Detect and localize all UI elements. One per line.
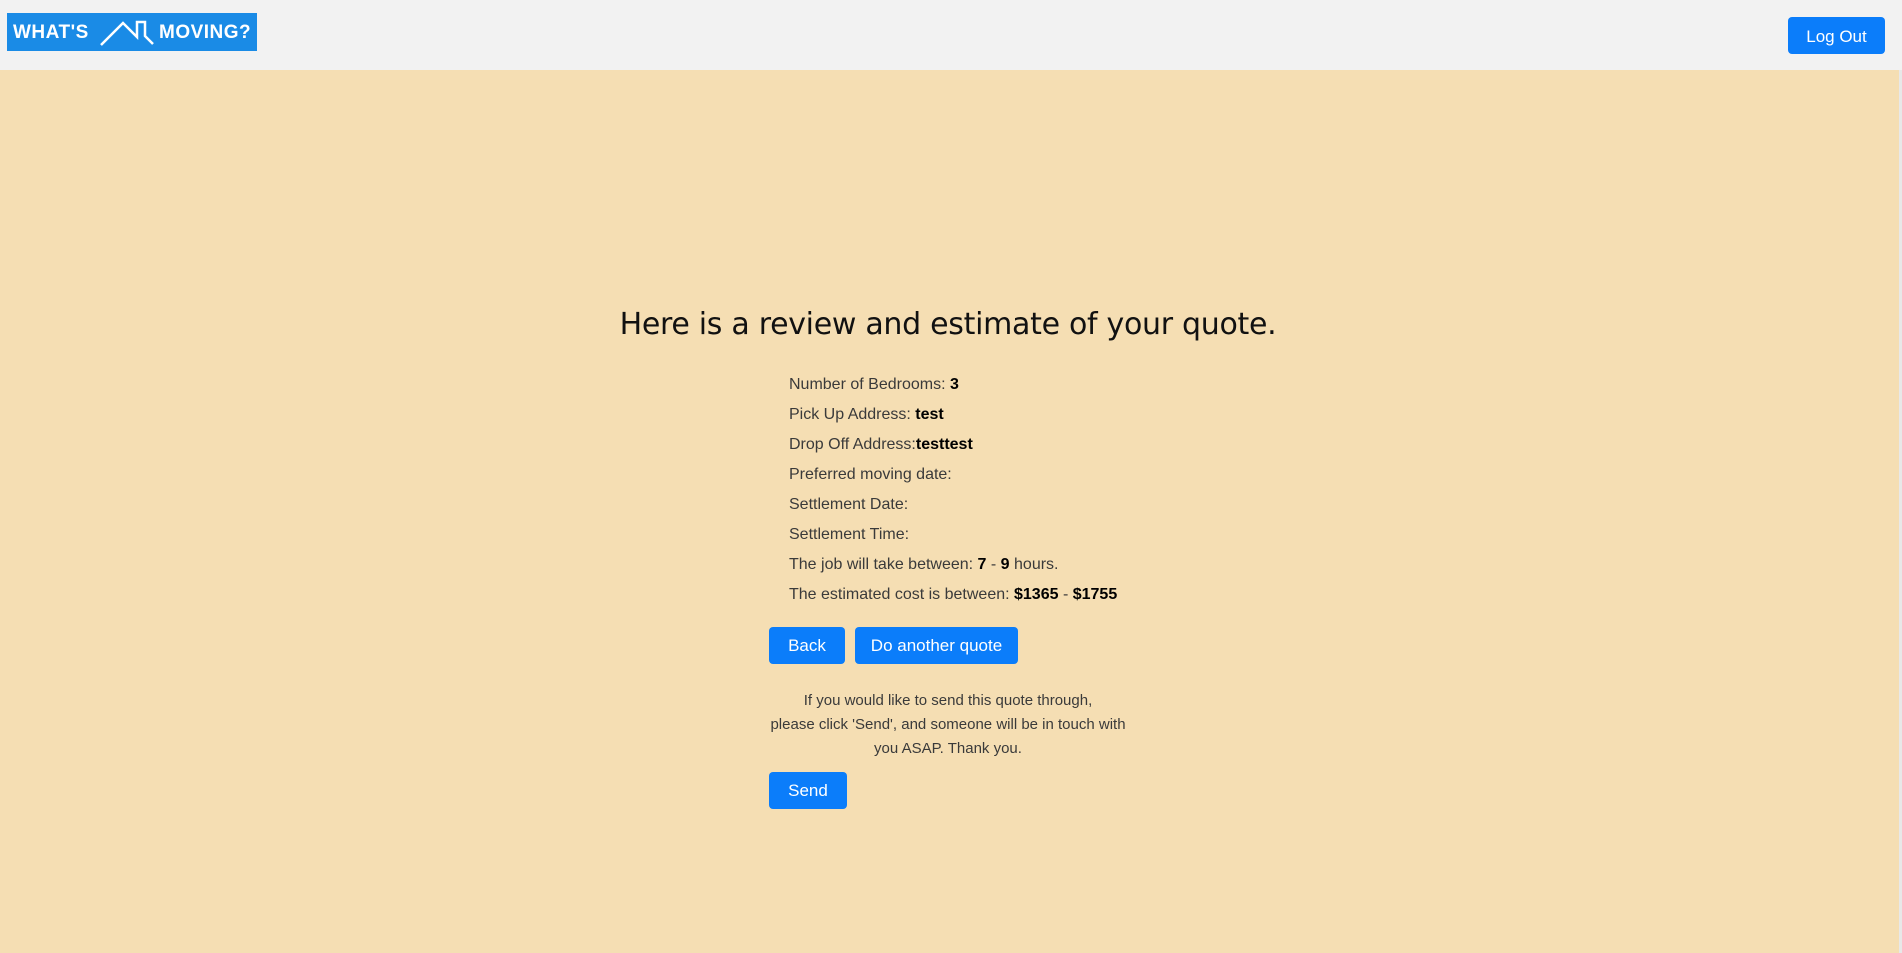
detail-settlement-date: Settlement Date:: [789, 493, 1117, 523]
pickup-label: Pick Up Address:: [789, 406, 916, 423]
duration-unit: hours.: [1009, 556, 1059, 573]
cost-min: $1365: [1014, 586, 1059, 603]
duration-separator: -: [986, 556, 1001, 573]
settlement-time-label: Settlement Time:: [789, 526, 910, 543]
quote-details-list: Number of Bedrooms: 3 Pick Up Address: t…: [789, 373, 1117, 613]
house-roof-icon: [100, 20, 154, 46]
whats-moving-logo[interactable]: WHAT'S MOVING?: [7, 13, 257, 51]
duration-label: The job will take between:: [789, 556, 978, 573]
detail-settlement-time: Settlement Time:: [789, 523, 1117, 553]
pickup-value: test: [915, 406, 944, 423]
send-instructions: If you would like to send this quote thr…: [748, 689, 1148, 761]
dropoff-value: testtest: [915, 436, 973, 453]
settlement-date-label: Settlement Date:: [789, 496, 909, 513]
note-line: you ASAP. Thank you.: [874, 740, 1022, 757]
page-title: Here is a review and estimate of your qu…: [619, 307, 1277, 342]
bedrooms-label: Number of Bedrooms:: [789, 376, 950, 393]
note-line: If you would like to send this quote thr…: [803, 692, 1093, 709]
do-another-quote-button[interactable]: Do another quote: [855, 627, 1018, 664]
bedrooms-value: 3: [949, 376, 959, 393]
cost-label: The estimated cost is between:: [789, 586, 1014, 603]
detail-pickup: Pick Up Address: test: [789, 403, 1117, 433]
note-line: please click 'Send', and someone will be…: [770, 716, 1126, 733]
preferred-date-label: Preferred moving date:: [789, 466, 952, 483]
detail-duration: The job will take between: 7 - 9 hours.: [789, 553, 1117, 583]
logout-button[interactable]: Log Out: [1788, 17, 1885, 54]
logo-word-left: WHAT'S: [13, 22, 89, 43]
detail-cost: The estimated cost is between: $1365 - $…: [789, 583, 1117, 613]
duration-max: 9: [1000, 556, 1010, 573]
detail-dropoff: Drop Off Address:testtest: [789, 433, 1117, 463]
navbar: WHAT'S MOVING? Log Out: [0, 0, 1902, 70]
back-button[interactable]: Back: [769, 627, 845, 664]
dropoff-label: Drop Off Address:: [789, 436, 916, 453]
detail-preferred-date: Preferred moving date:: [789, 463, 1117, 493]
logo-word-right: MOVING?: [159, 22, 252, 43]
detail-bedrooms: Number of Bedrooms: 3: [789, 373, 1117, 403]
cost-separator: -: [1058, 586, 1073, 603]
cost-max: $1755: [1072, 586, 1118, 603]
send-button[interactable]: Send: [769, 772, 847, 809]
